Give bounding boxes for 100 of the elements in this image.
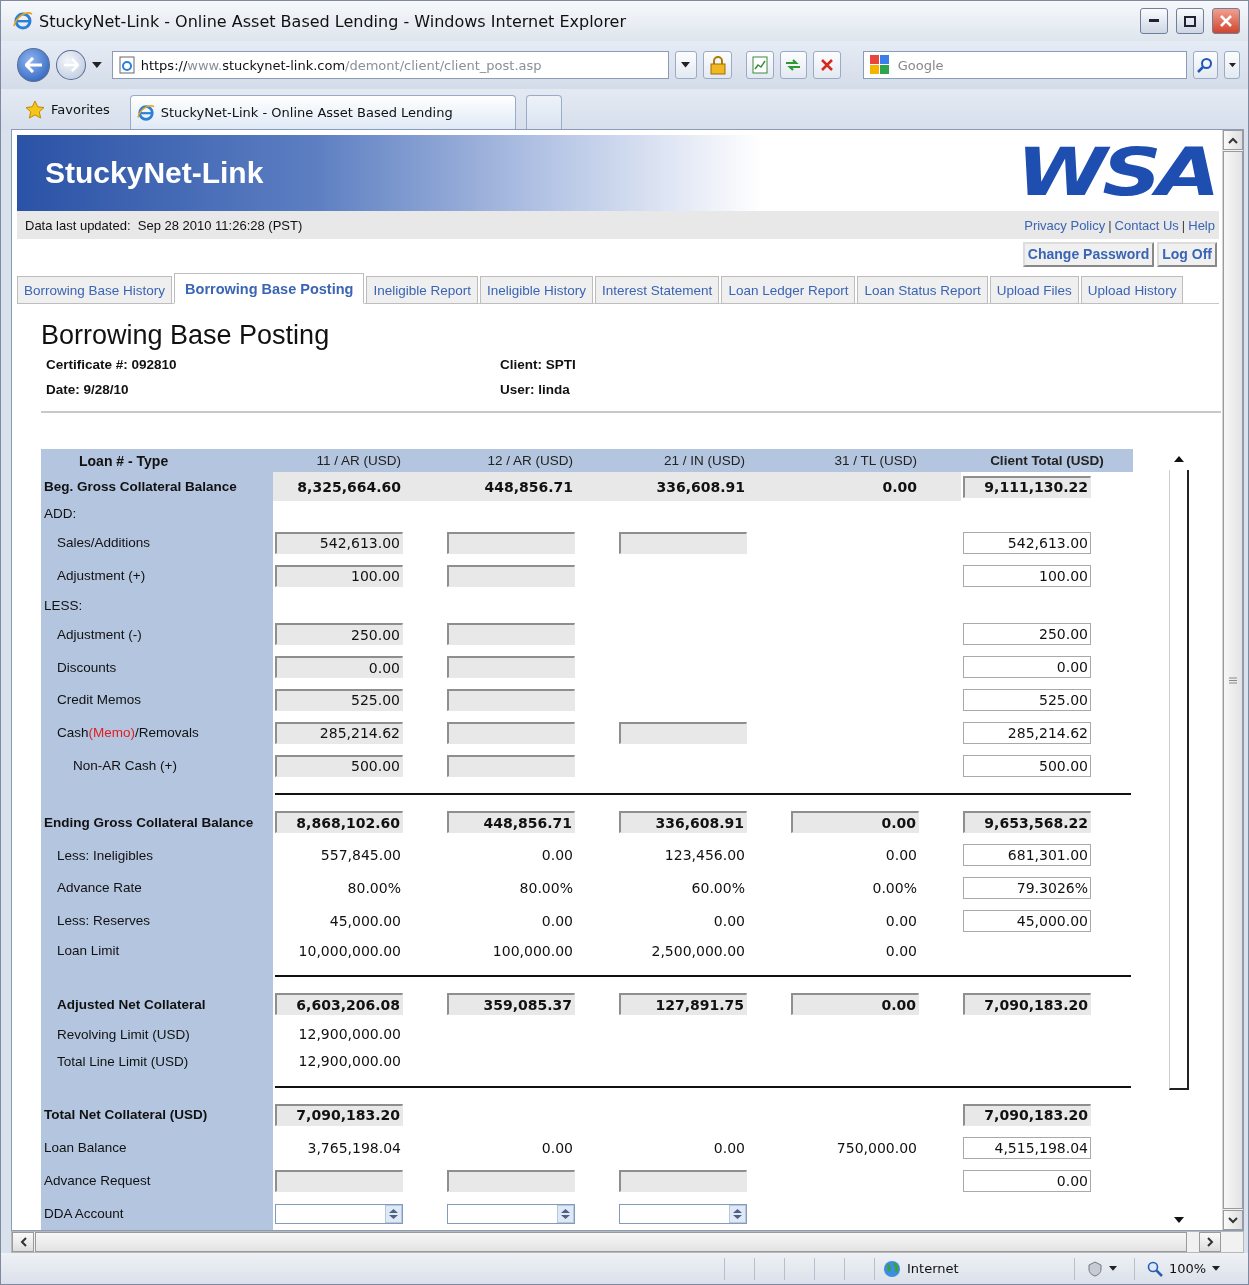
- left-chevron-icon: [19, 1237, 27, 1247]
- compatibility-button[interactable]: [746, 51, 774, 79]
- empty-field[interactable]: [619, 531, 747, 554]
- input-field[interactable]: 100.00: [963, 564, 1091, 587]
- scroll-thumb[interactable]: [1169, 470, 1189, 1090]
- nav-tab[interactable]: Interest Statement: [595, 276, 720, 304]
- total-field[interactable]: 9,111,130.22: [963, 475, 1091, 498]
- empty-field[interactable]: [447, 656, 575, 678]
- input-field[interactable]: 45,000.00: [963, 909, 1091, 932]
- empty-field[interactable]: [447, 623, 575, 646]
- total-field[interactable]: 9,653,568.22: [963, 811, 1091, 834]
- readonly-field[interactable]: 0.00: [275, 656, 403, 678]
- lock-button[interactable]: [702, 51, 733, 79]
- total-field[interactable]: 127,891.75: [619, 993, 747, 1016]
- scroll-up-button[interactable]: [1223, 130, 1243, 150]
- readonly-field[interactable]: 525.00: [275, 688, 403, 711]
- empty-field[interactable]: [447, 564, 575, 587]
- new-tab-button[interactable]: [525, 95, 562, 129]
- nav-tab[interactable]: Borrowing Base Posting: [174, 273, 365, 304]
- row-label: Beg. Gross Collateral Balance: [44, 479, 237, 495]
- dropdown[interactable]: [447, 1203, 575, 1224]
- readonly-field[interactable]: 500.00: [275, 754, 403, 777]
- account-button[interactable]: Change Password: [1022, 241, 1155, 267]
- dropdown-button[interactable]: [557, 1204, 574, 1223]
- input-field[interactable]: 525.00: [963, 688, 1091, 711]
- nav-tab[interactable]: Upload Files: [989, 276, 1079, 304]
- refresh-button[interactable]: [779, 51, 808, 79]
- account-button[interactable]: Log Off: [1157, 241, 1217, 267]
- scroll-thumb[interactable]: [35, 1232, 1187, 1252]
- back-button[interactable]: [17, 48, 51, 82]
- total-field[interactable]: 359,085.37: [447, 993, 575, 1016]
- empty-field[interactable]: [447, 721, 575, 744]
- caret-icon: [681, 62, 691, 68]
- stop-button[interactable]: [813, 51, 841, 79]
- total-field[interactable]: 0.00: [791, 811, 919, 834]
- empty-field[interactable]: [619, 1169, 747, 1192]
- search-options-button[interactable]: [1224, 51, 1240, 79]
- scroll-left-button[interactable]: [12, 1232, 34, 1252]
- address-field[interactable]: https://www.stuckynet-link.com/demont/client/client_post.asp: [111, 51, 670, 79]
- empty-field[interactable]: [447, 1169, 575, 1192]
- scroll-down-button[interactable]: [1223, 1210, 1243, 1230]
- dropdown-button[interactable]: [729, 1204, 746, 1223]
- input-field[interactable]: 79.3026%: [963, 877, 1091, 899]
- total-field[interactable]: 336,608.91: [619, 811, 747, 834]
- total-field[interactable]: 8,868,102.60: [275, 811, 403, 834]
- readonly-field[interactable]: 250.00: [275, 623, 403, 646]
- empty-field[interactable]: [447, 688, 575, 711]
- readonly-field[interactable]: 100.00: [275, 564, 403, 587]
- favorites-button[interactable]: Favorites: [19, 93, 116, 125]
- nav-tab[interactable]: Ineligible History: [480, 276, 594, 304]
- input-field[interactable]: 285,214.62: [963, 721, 1091, 744]
- dropdown[interactable]: [619, 1203, 747, 1224]
- table-cell-text: 12,900,000.00: [297, 1053, 402, 1070]
- empty-field[interactable]: [275, 1169, 403, 1192]
- readonly-field[interactable]: 542,613.00: [275, 531, 403, 554]
- horizontal-scrollbar[interactable]: [11, 1231, 1244, 1253]
- nav-tab[interactable]: Ineligible Report: [366, 276, 478, 304]
- input-field[interactable]: 542,613.00: [963, 531, 1091, 554]
- input-field[interactable]: 0.00: [963, 656, 1091, 678]
- header-link[interactable]: Help: [1188, 217, 1215, 233]
- input-field[interactable]: 4,515,198.04: [963, 1136, 1091, 1159]
- minimize-button[interactable]: [1140, 8, 1168, 34]
- total-field[interactable]: 6,603,206.08: [275, 993, 403, 1016]
- input-field[interactable]: 681,301.00: [963, 844, 1091, 867]
- nav-tab[interactable]: Borrowing Base History: [17, 276, 173, 304]
- total-field[interactable]: 7,090,183.20: [963, 993, 1091, 1016]
- dropdown[interactable]: [275, 1203, 403, 1224]
- caret-icon: [1228, 62, 1236, 68]
- table-cell-text: 557,845.00: [319, 847, 402, 864]
- browser-tab[interactable]: StuckyNet-Link - Online Asset Based Lending: [129, 95, 516, 129]
- total-field[interactable]: 7,090,183.20: [275, 1103, 403, 1126]
- table-cell-text: 0.00: [881, 478, 918, 495]
- search-button[interactable]: [1192, 51, 1219, 79]
- header-link[interactable]: Privacy Policy: [1024, 217, 1106, 233]
- table-cell-text: 80.00%: [518, 880, 574, 896]
- empty-field[interactable]: [619, 721, 747, 744]
- dropdown-button[interactable]: [385, 1204, 402, 1223]
- total-field[interactable]: 0.00: [791, 993, 919, 1016]
- input-field[interactable]: 0.00: [963, 1169, 1091, 1192]
- empty-field[interactable]: [447, 754, 575, 777]
- search-field[interactable]: Google: [862, 51, 1187, 79]
- total-field[interactable]: 448,856.71: [447, 811, 575, 834]
- row-label: Adjusted Net Collateral: [57, 996, 206, 1012]
- scroll-right-button[interactable]: [1199, 1232, 1221, 1252]
- table-cell-text: 0.00: [884, 943, 918, 959]
- forward-button[interactable]: [56, 50, 86, 80]
- address-dropdown-button[interactable]: [675, 51, 697, 79]
- nav-tab[interactable]: Loan Status Report: [857, 276, 988, 304]
- input-field[interactable]: 500.00: [963, 754, 1091, 777]
- maximize-button[interactable]: [1176, 8, 1204, 34]
- empty-field[interactable]: [447, 531, 575, 554]
- readonly-field[interactable]: 285,214.62: [275, 721, 403, 744]
- total-field[interactable]: 7,090,183.20: [963, 1103, 1091, 1126]
- input-field[interactable]: 250.00: [963, 623, 1091, 646]
- header-link[interactable]: Contact Us: [1114, 217, 1179, 233]
- zoom-button[interactable]: 100%: [1143, 1260, 1225, 1277]
- close-button[interactable]: [1212, 8, 1240, 34]
- row-label: Sales/Additions: [57, 535, 151, 551]
- nav-tab[interactable]: Loan Ledger Report: [721, 276, 856, 304]
- nav-tab[interactable]: Upload History: [1080, 276, 1184, 304]
